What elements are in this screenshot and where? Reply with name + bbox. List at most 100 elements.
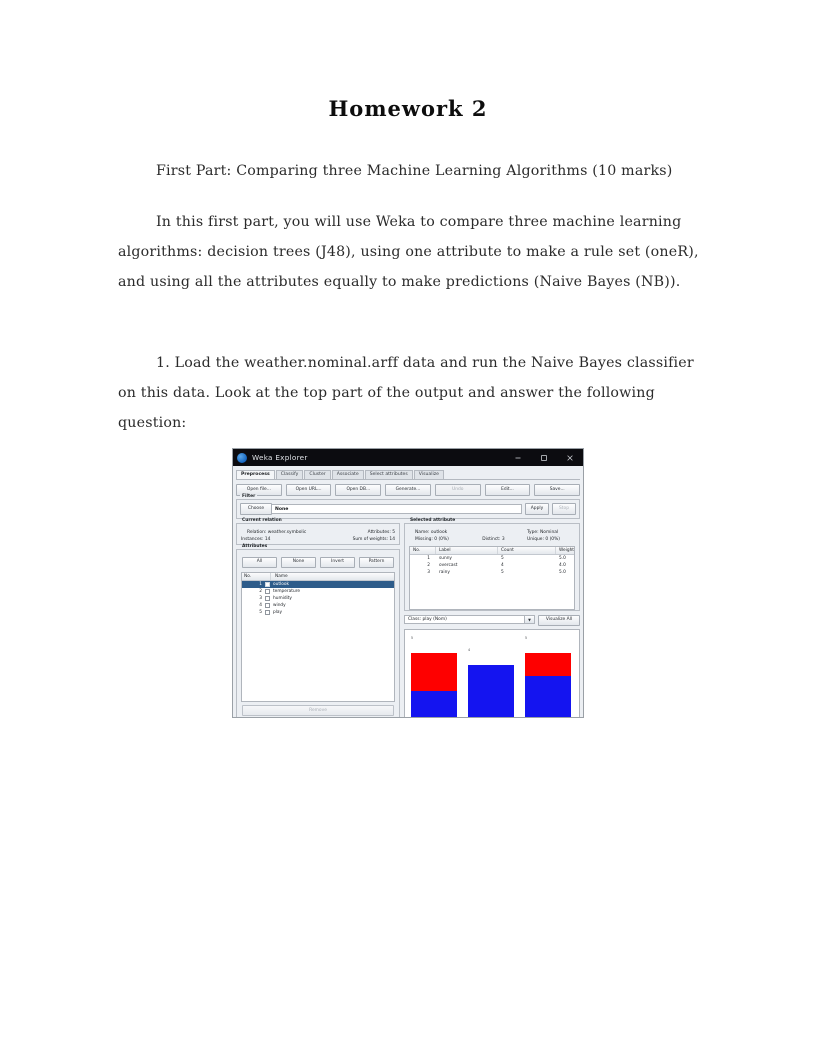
attribute-no: 5 — [259, 610, 262, 615]
attribute-checkbox[interactable] — [265, 589, 270, 594]
table-row[interactable]: 3 rainy 5 5.0 — [410, 569, 574, 576]
select-all-button[interactable]: All — [242, 557, 277, 568]
selected-attribute-stats-row-1: Name: outlook Type: Nominal — [409, 529, 575, 536]
sum-of-weights-value: 14 — [389, 537, 396, 542]
open-url-button[interactable]: Open URL... — [285, 484, 332, 496]
row-weight: 5.0 — [559, 570, 566, 575]
attributes-panel-title: Attributes — [240, 544, 270, 550]
column-header-no: No. — [410, 547, 437, 554]
pattern-button[interactable]: Pattern — [359, 557, 394, 568]
tab-associate[interactable]: Associate — [331, 469, 364, 479]
attribute-checkbox[interactable] — [265, 596, 270, 601]
attribute-name: humidity — [273, 596, 292, 601]
tab-select-attributes[interactable]: Select attributes — [364, 469, 413, 479]
filter-row: Choose None Apply Stop — [240, 503, 576, 515]
choose-filter-button[interactable]: Choose — [240, 503, 272, 515]
attributes-label: Attributes: — [367, 530, 391, 535]
table-row[interactable]: 2 overcast 4 4.0 — [410, 562, 574, 569]
attribute-no: 4 — [259, 603, 262, 608]
tab-cluster[interactable]: Cluster — [304, 469, 331, 479]
list-item[interactable]: 2 temperature — [242, 588, 394, 595]
list-item[interactable]: 5 play — [242, 609, 394, 616]
weka-body: Preprocess Classify Cluster Associate Se… — [233, 466, 583, 717]
attribute-name: temperature — [273, 589, 301, 594]
tab-visualize[interactable]: Visualize — [413, 469, 444, 479]
list-item[interactable]: 1 outlook — [242, 581, 395, 588]
paragraph-text: In this first part, you will use Weka to… — [118, 214, 699, 290]
filter-panel-title: Filter — [240, 494, 258, 500]
histogram-segment-blue — [411, 691, 458, 717]
list-item[interactable]: 3 humidity — [242, 595, 394, 602]
select-none-button[interactable]: None — [281, 557, 316, 568]
relation-name: Relation: weather.symbolic — [241, 529, 306, 536]
minimize-icon[interactable] — [505, 449, 531, 466]
chevron-down-icon[interactable]: ▼ — [524, 616, 534, 623]
table-header: No. Label Count Weight — [410, 547, 574, 555]
window-title-bar: Weka Explorer — [233, 449, 583, 466]
selected-attribute-stats-row-2: Missing: 0 (0%) Distinct: 3 Unique: 0 (0… — [409, 536, 575, 543]
window-title: Weka Explorer — [252, 453, 308, 462]
histogram-segment-red — [525, 653, 572, 677]
close-icon[interactable] — [557, 449, 583, 466]
visualize-all-button[interactable]: Visualize All — [538, 615, 580, 626]
undo-button: Undo — [434, 484, 481, 496]
toolbar: Open file... Open URL... Open DB... Gene… — [236, 484, 581, 496]
attributes-list[interactable]: No. Name 1 outlook 2 temperature 3 humid… — [241, 572, 396, 702]
paragraph-intro: In this first part, you will use Weka to… — [118, 207, 702, 297]
table-row[interactable]: 1 sunny 5 5.0 — [410, 555, 574, 562]
attribute-name: windy — [273, 603, 286, 608]
generate-button[interactable]: Generate... — [385, 484, 431, 496]
attribute-name: play — [273, 610, 283, 615]
column-header-weight: Weight — [559, 548, 574, 553]
row-label: overcast — [439, 563, 458, 568]
weka-explorer-window: Weka Explorer Preprocess Classify Cluste… — [232, 448, 584, 718]
right-column: Selected attribute Name: outlook Type: N… — [404, 518, 580, 717]
left-column: Current relation Relation: weather.symbo… — [236, 518, 401, 717]
histogram-tick-sunny: 5 — [411, 636, 414, 640]
histogram-tick-rainy: 5 — [525, 636, 528, 640]
attribute-checkbox[interactable] — [265, 610, 270, 615]
histogram-tick-overcast: 4 — [468, 648, 471, 652]
row-count: 5 — [501, 556, 504, 561]
column-header-count: Count — [498, 547, 557, 554]
list-item[interactable]: 4 windy — [242, 602, 394, 609]
relation-line: Relation: weather.symbolic Attributes: 5 — [241, 529, 395, 536]
instances-count: Instances: 14 — [241, 536, 270, 543]
histogram-bar-rainy — [525, 653, 572, 717]
attribute-checkbox[interactable] — [265, 603, 270, 608]
instances-value: 14 — [264, 537, 271, 542]
invert-selection-button[interactable]: Invert — [320, 557, 355, 568]
instances-label: Instances: — [241, 537, 264, 542]
class-selector-row: Class: play (Nom) ▼ Visualize All — [404, 615, 580, 626]
attributes-list-header: No. Name — [242, 573, 395, 581]
tab-preprocess[interactable]: Preprocess — [236, 469, 275, 479]
window-controls — [505, 449, 583, 466]
attribute-values-table[interactable]: No. Label Count Weight 1 sunny 5 5.0 2 o… — [409, 546, 575, 610]
missing-value: 0 (0%) — [434, 537, 449, 542]
maximize-icon[interactable] — [531, 449, 557, 466]
apply-filter-button[interactable]: Apply — [525, 503, 549, 515]
main-columns: Current relation Relation: weather.symbo… — [236, 518, 580, 717]
save-button[interactable]: Save... — [534, 484, 581, 496]
row-label: rainy — [439, 570, 450, 575]
column-header-no: No. — [242, 573, 271, 580]
row-no: 1 — [427, 556, 431, 561]
class-select[interactable]: Class: play (Nom) ▼ — [404, 615, 535, 624]
filter-value-field[interactable]: None — [272, 504, 522, 514]
open-db-button[interactable]: Open DB... — [335, 484, 382, 496]
paragraph-first-part: First Part: Comparing three Machine Lear… — [118, 156, 702, 186]
distinct-label: Distinct: — [482, 537, 501, 542]
tab-classify[interactable]: Classify — [275, 469, 304, 479]
attribute-no: 2 — [259, 589, 262, 594]
attributes-panel: Attributes All None Invert Pattern No. N… — [236, 544, 401, 717]
attribute-checkbox[interactable] — [265, 582, 270, 587]
edit-button[interactable]: Edit... — [484, 484, 531, 496]
histogram-bar-overcast — [468, 665, 515, 717]
attribute-histogram[interactable]: 5 4 5 — [404, 629, 580, 717]
column-header-name: Name — [275, 574, 288, 579]
attribute-unique-stat: Unique: 0 (0%) — [527, 536, 575, 543]
instances-line: Instances: 14 Sum of weights: 14 — [241, 536, 395, 543]
page-title: Homework 2 — [328, 96, 488, 121]
selected-attribute-title: Selected attribute — [408, 518, 458, 524]
